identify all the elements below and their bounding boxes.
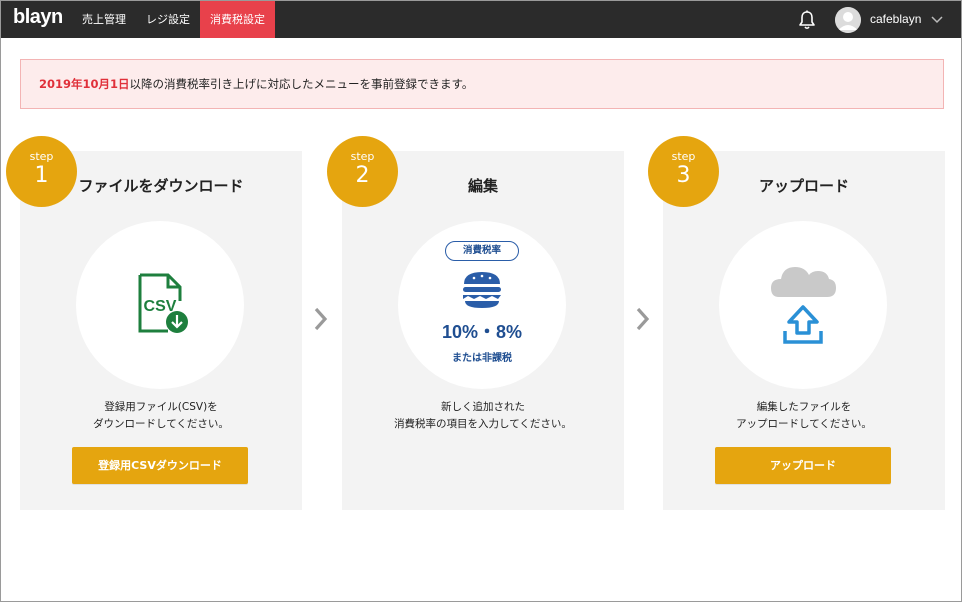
- nav-sales-management[interactable]: 売上管理: [71, 1, 137, 38]
- desc-line-1: 編集したファイルを: [756, 401, 852, 413]
- user-avatar-icon[interactable]: [835, 7, 861, 33]
- app-logo[interactable]: blayn: [13, 6, 63, 29]
- notice-date: 2019年10月1日: [39, 77, 130, 91]
- nav-tax-settings[interactable]: 消費税設定: [200, 1, 275, 38]
- desc-line-1: 登録用ファイル(CSV)を: [104, 401, 218, 413]
- desc-line-2: ダウンロードしてください。: [93, 418, 229, 430]
- tax-rate-text: 10%・8%: [441, 322, 523, 342]
- step-card-upload: アップロード 編集したファイルを アップロードしてください。 アップロード: [663, 151, 945, 510]
- chevron-right-icon: [636, 307, 650, 331]
- nav-register-settings[interactable]: レジ設定: [137, 1, 199, 38]
- step-description: 新しく追加された 消費税率の項目を入力してください。: [342, 399, 624, 433]
- step-label: step: [350, 150, 375, 163]
- step-number: 3: [676, 163, 691, 188]
- notice-text: 以降の消費税率引き上げに対応したメニューを事前登録できます。: [129, 77, 474, 91]
- step-card-download: ファイルをダウンロード CSV 登録用ファイル(CSV)を ダウンロードしてくだ…: [20, 151, 302, 510]
- desc-line-2: 消費税率の項目を入力してください。: [394, 418, 572, 430]
- tax-rate-pill: 消費税率: [445, 241, 519, 261]
- step-number: 2: [355, 163, 370, 188]
- chevron-down-icon[interactable]: [931, 14, 943, 24]
- chevron-right-icon: [314, 307, 328, 331]
- step-number: 1: [34, 163, 49, 188]
- cloud-upload-icon: [771, 267, 836, 344]
- step-card-edit: 編集 消費税率 10%・8% または非課税 新しく追加された 消費税率の項目を入…: [342, 151, 624, 510]
- step-label: step: [29, 150, 54, 163]
- step-badge-3: step 3: [648, 136, 719, 207]
- icon-circle: CSV: [76, 221, 244, 389]
- desc-line-1: 新しく追加された: [441, 401, 525, 413]
- tax-rate-subtext: または非課税: [452, 353, 512, 364]
- download-csv-button[interactable]: 登録用CSVダウンロード: [72, 447, 248, 484]
- burger-icon: [463, 272, 501, 308]
- notice-banner: 2019年10月1日以降の消費税率引き上げに対応したメニューを事前登録できます。: [20, 59, 944, 109]
- step-badge-2: step 2: [327, 136, 398, 207]
- top-bar: blayn 売上管理 レジ設定 消費税設定 cafeblayn: [1, 1, 961, 38]
- step-label: step: [671, 150, 696, 163]
- step-badge-1: step 1: [6, 136, 77, 207]
- icon-circle: [719, 221, 887, 389]
- bell-icon[interactable]: [796, 9, 818, 31]
- step-description: 登録用ファイル(CSV)を ダウンロードしてください。: [20, 399, 302, 433]
- icon-circle: 消費税率 10%・8% または非課税: [398, 221, 566, 389]
- csv-download-icon: CSV: [138, 273, 188, 333]
- step-description: 編集したファイルを アップロードしてください。: [663, 399, 945, 433]
- desc-line-2: アップロードしてください。: [736, 418, 872, 430]
- username[interactable]: cafeblayn: [870, 1, 921, 38]
- upload-button[interactable]: アップロード: [715, 447, 891, 484]
